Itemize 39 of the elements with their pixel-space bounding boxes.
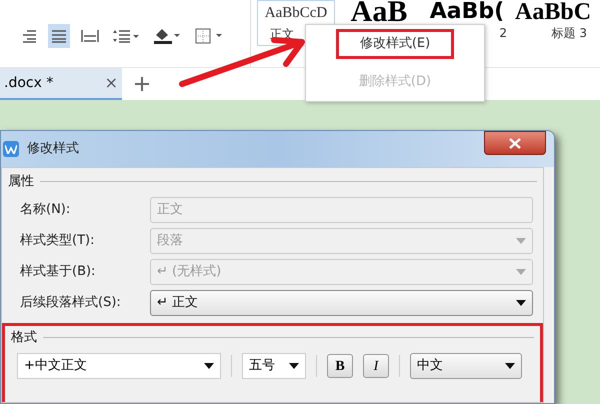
borders-icon <box>195 28 223 44</box>
group-heading: 格式 <box>11 328 37 346</box>
style-preview: AaBbCcD <box>264 4 328 23</box>
dropdown-field[interactable]: ↵ 正文 <box>150 290 533 316</box>
style-label: 2 <box>499 25 508 42</box>
toolbar-button[interactable] <box>48 24 70 48</box>
align-right-icon <box>21 28 37 42</box>
field-label: 名称(N): <box>19 200 72 219</box>
dropdown-caret-icon <box>516 238 526 244</box>
font-dropdown[interactable]: +中文正文 <box>17 353 221 379</box>
style-label: 标题 3 <box>552 25 588 42</box>
script-dropdown[interactable]: 中文 <box>410 353 522 379</box>
document-tab[interactable]: .docx * × <box>0 68 122 100</box>
menu-item[interactable]: 修改样式(E) <box>336 29 454 59</box>
italic-toggle[interactable]: I <box>363 354 389 378</box>
dropdown-caret-icon <box>505 363 515 369</box>
field-label: 后续段落样式(S): <box>19 294 122 312</box>
dialog-title: 修改样式 <box>27 140 79 158</box>
dropdown-caret-icon <box>516 268 526 274</box>
dropdown-caret-icon <box>204 363 214 369</box>
font-size-dropdown[interactable]: 五号 <box>242 353 306 379</box>
app-logo-icon <box>3 141 19 157</box>
line-spacing-icon <box>113 28 139 42</box>
justify-icon <box>51 28 67 42</box>
dropdown-caret-icon <box>289 363 299 369</box>
style-gallery-item[interactable]: AaBbC 标题 3 <box>515 0 592 46</box>
dropdown-caret-icon <box>516 300 526 306</box>
field-label: 样式类型(T): <box>19 232 96 250</box>
group-heading: 属性 <box>8 173 34 191</box>
style-preview: AaBbC <box>515 0 592 24</box>
close-icon <box>509 138 521 148</box>
field-label: 样式基于(B): <box>19 262 96 281</box>
style-preview: AaBb( <box>430 0 504 24</box>
new-tab-icon[interactable] <box>134 76 150 92</box>
paint-bucket-icon <box>153 28 181 44</box>
distribute-icon <box>81 28 99 42</box>
close-button[interactable] <box>484 131 546 155</box>
close-tab-button[interactable]: × <box>104 71 118 95</box>
bold-toggle[interactable]: B <box>327 354 353 378</box>
